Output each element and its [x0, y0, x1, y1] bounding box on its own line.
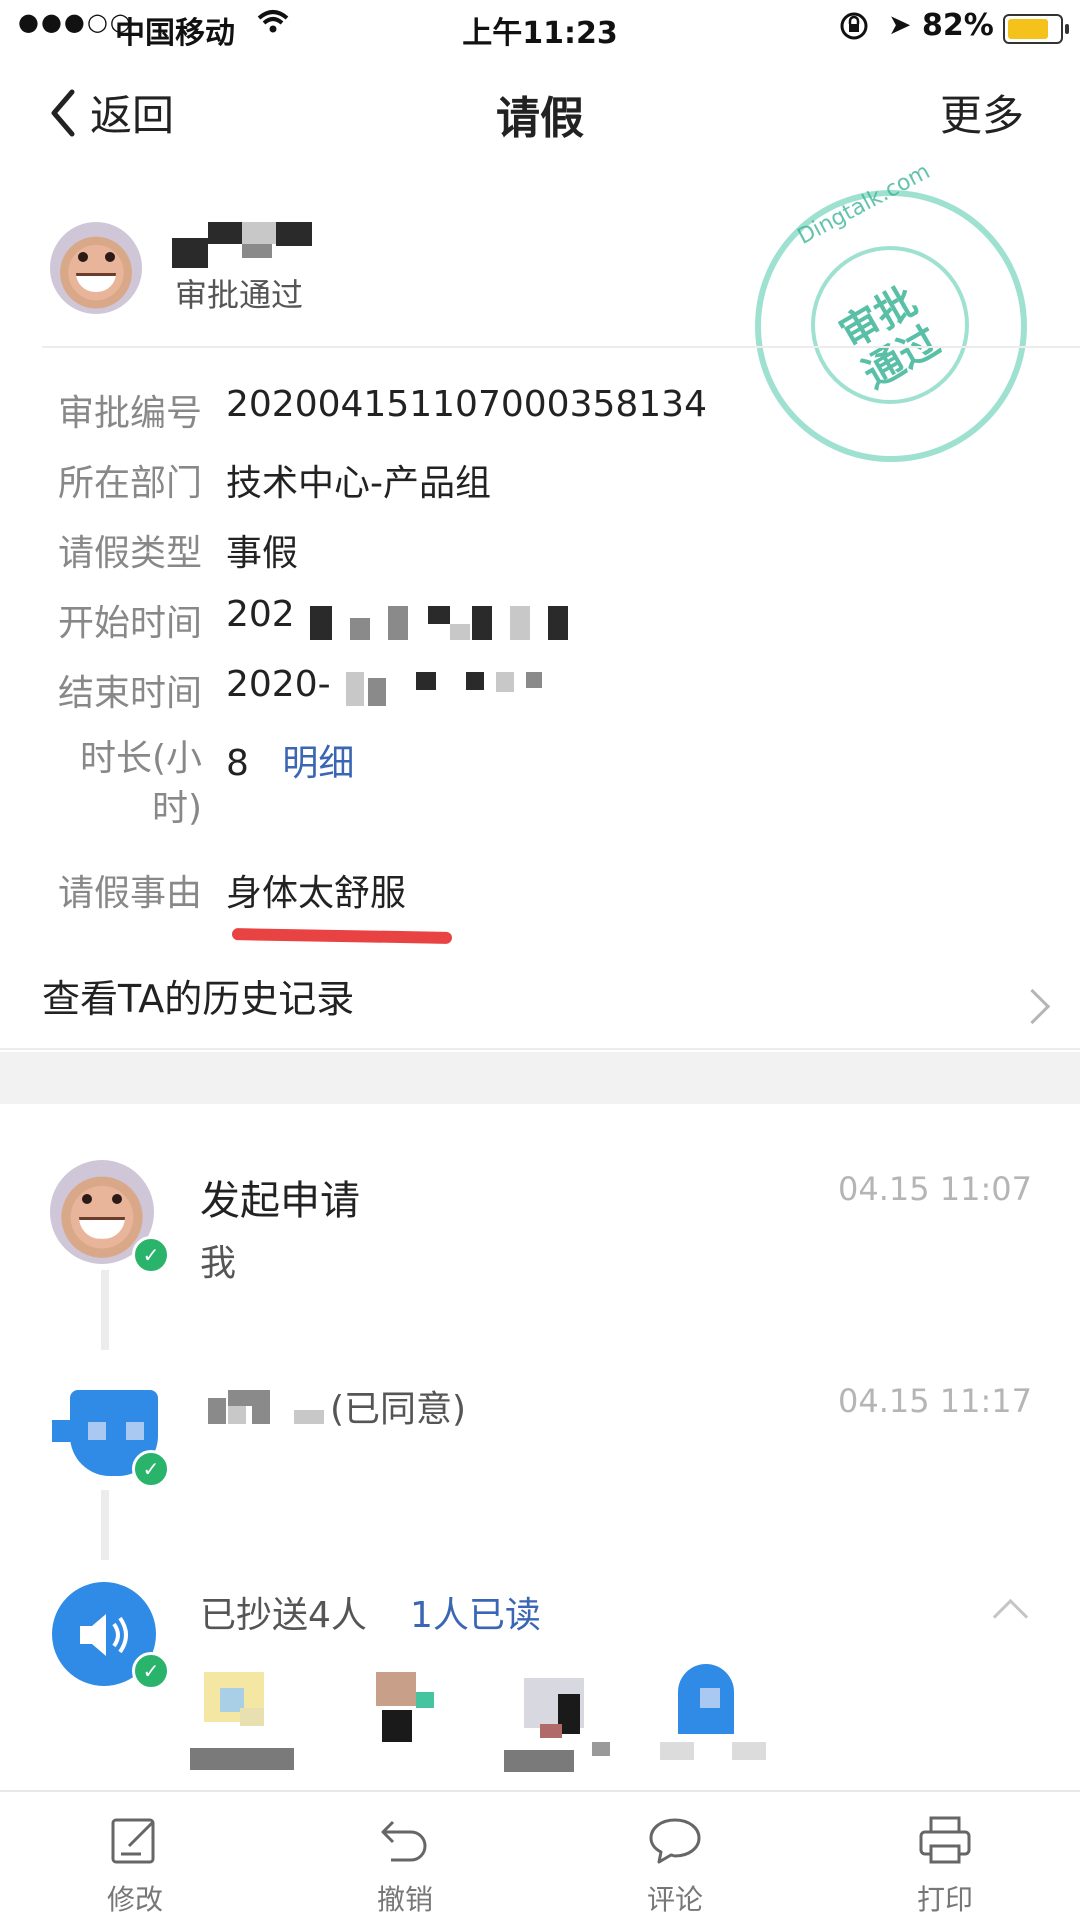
- battery-icon: [1003, 14, 1069, 44]
- check-icon: ✓: [132, 1236, 170, 1274]
- printer-icon: [919, 1816, 971, 1864]
- bottom-toolbar: 修改 撤销 评论 打印: [0, 1790, 1080, 1922]
- page-title: 请假: [496, 93, 584, 144]
- step-initiate-time: 04.15 11:07: [838, 1170, 1032, 1208]
- approved-stamp: Dingtalk.com 审批 通过: [755, 159, 1027, 462]
- print-button[interactable]: 打印: [875, 1812, 1015, 1918]
- timeline-connector: [101, 1490, 109, 1560]
- duration-row: 8 明细: [226, 734, 354, 786]
- approval-number-label: 审批编号: [57, 393, 202, 434]
- revoke-label: 撤销: [376, 1883, 433, 1916]
- end-time-value: 2020-: [226, 664, 331, 705]
- location-arrow-icon: ➤: [888, 8, 912, 41]
- leave-type-value: 事假: [226, 533, 299, 574]
- department-label: 所在部门: [57, 463, 202, 504]
- history-link-label: 查看TA的历史记录: [42, 977, 355, 1021]
- leave-reason-value: 身体太舒服: [226, 873, 407, 914]
- redacted-approver-name: [208, 1390, 328, 1426]
- comment-button[interactable]: 评论: [605, 1812, 745, 1918]
- comment-icon: [649, 1818, 701, 1864]
- edit-icon: [111, 1818, 155, 1864]
- edit-button[interactable]: 修改: [65, 1812, 205, 1918]
- more-button[interactable]: 更多: [940, 82, 1024, 143]
- timeline-connector: [101, 1270, 109, 1350]
- leave-reason-label: 请假事由: [57, 873, 202, 914]
- print-label: 打印: [916, 1883, 973, 1916]
- step-initiate-user: 我: [200, 1243, 237, 1284]
- read-count-link[interactable]: 1人已读: [410, 1586, 541, 1638]
- cc-recipient-avatar: [660, 1664, 770, 1774]
- stamp-url: Dingtalk.com: [793, 159, 935, 250]
- chevron-up-icon[interactable]: [992, 1598, 1029, 1635]
- approval-number-value: 202004151107000358134: [226, 384, 707, 425]
- redacted-end-time: [346, 672, 566, 708]
- stamp-text: 审批 通过: [832, 278, 948, 398]
- cc-recipient-avatar: [504, 1664, 614, 1774]
- speaker-icon: [80, 1614, 128, 1656]
- leave-type-label: 请假类型: [57, 533, 202, 574]
- check-icon: ✓: [132, 1652, 170, 1690]
- history-row[interactable]: 查看TA的历史记录: [0, 950, 1080, 1040]
- redacted-start-time: [310, 606, 580, 642]
- check-icon: ✓: [132, 1450, 170, 1488]
- revoke-button[interactable]: 撤销: [335, 1812, 475, 1918]
- undo-icon: [381, 1820, 427, 1862]
- start-time-label: 开始时间: [57, 603, 202, 644]
- rotation-lock-icon: [838, 10, 870, 50]
- step-approve-status: (已同意): [330, 1389, 467, 1430]
- battery-percent: 82%: [922, 8, 994, 43]
- redacted-name: [172, 222, 312, 268]
- step-cc-title: 已抄送4人: [200, 1595, 367, 1636]
- section-divider: [0, 1052, 1080, 1104]
- cc-recipient-avatar: [362, 1664, 452, 1774]
- edit-label: 修改: [106, 1883, 163, 1916]
- duration-detail-link[interactable]: 明细: [282, 743, 354, 784]
- comment-label: 评论: [646, 1883, 703, 1916]
- cc-recipient-avatar: [190, 1664, 300, 1774]
- step-initiate-title: 发起申请: [200, 1178, 360, 1224]
- duration-value: 8: [226, 743, 249, 784]
- start-time-value: 202: [226, 594, 295, 635]
- red-underline-annotation: [231, 928, 453, 944]
- end-time-label: 结束时间: [57, 673, 202, 714]
- applicant-avatar: [50, 222, 142, 314]
- chevron-right-icon: [1014, 988, 1051, 1025]
- approval-status: 审批通过: [175, 276, 304, 314]
- duration-label: 时长(小 时): [79, 738, 202, 829]
- status-bar: ●●●○○ 中国移动 上午11:23 ➤ 82%: [0, 0, 1080, 56]
- step-approve-time: 04.15 11:17: [838, 1382, 1032, 1420]
- status-time: 上午11:23: [462, 16, 618, 51]
- department-value: 技术中心-产品组: [226, 463, 491, 504]
